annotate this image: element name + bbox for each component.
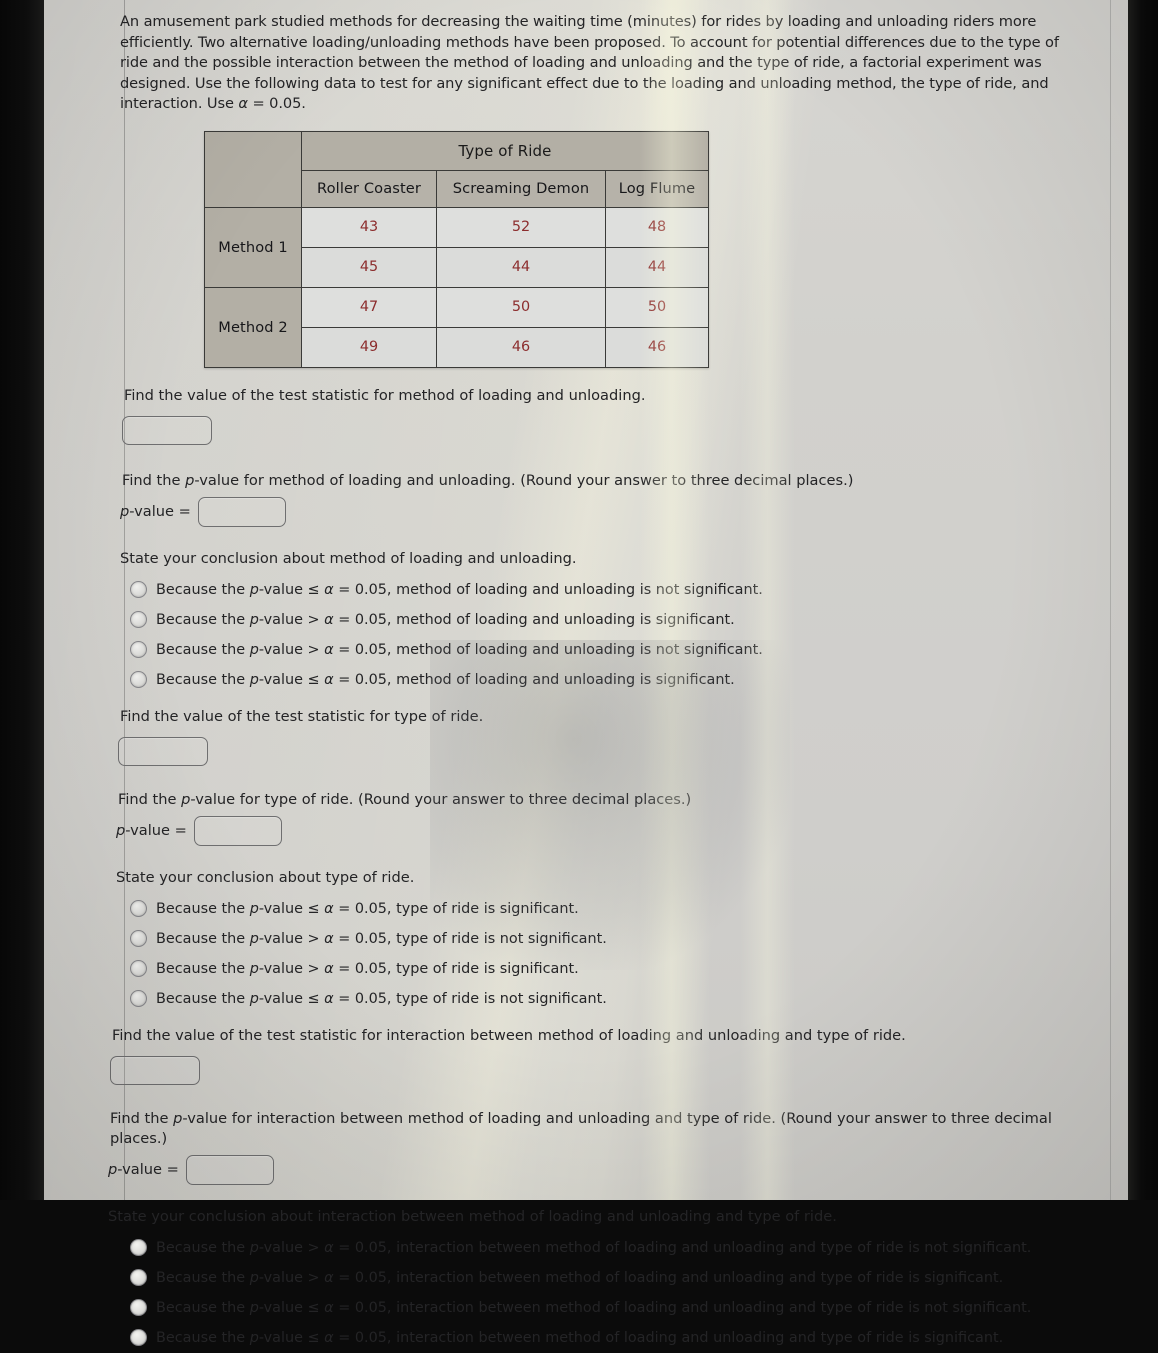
question-content: An amusement park studied methods for de… [108, 8, 1108, 1353]
option-label: Because the p-value ≤ α = 0.05, interact… [156, 1329, 1004, 1346]
cell-m1-sd-2: 44 [436, 246, 606, 288]
option-label: Because the p-value ≤ α = 0.05, interact… [156, 1299, 1032, 1316]
interaction-statistic-prompt: Find the value of the test statistic for… [112, 1026, 906, 1044]
interaction-option-4[interactable]: Because the p-value ≤ α = 0.05, interact… [130, 1323, 1108, 1353]
method-options-group: Because the p-value ≤ α = 0.05, method o… [116, 575, 1108, 695]
cell-m2-rc-2: 49 [301, 326, 437, 368]
data-table-container: Type of Ride Roller Coaster Screaming De… [204, 130, 1108, 368]
cell-m2-lf-1: 50 [605, 286, 709, 328]
cell-m1-rc-2: 45 [301, 246, 437, 288]
radio-button-icon[interactable] [130, 611, 147, 629]
ride-statistic-prompt: Find the value of the test statistic for… [120, 707, 484, 725]
interaction-pvalue-label: p-value = [108, 1161, 179, 1179]
method-option-1[interactable]: Because the p-value ≤ α = 0.05, method o… [130, 575, 1108, 605]
radio-button-icon[interactable] [130, 990, 147, 1008]
interaction-conclusion-prompt: State your conclusion about interaction … [108, 1207, 837, 1225]
method-pvalue-label: p-value = [120, 503, 191, 521]
table-row: Method 2 47 50 50 [204, 286, 709, 368]
ride-pvalue-input[interactable] [193, 815, 282, 846]
column-header-roller-coaster: Roller Coaster [301, 169, 437, 208]
device-bezel-right [1128, 0, 1158, 1200]
table-corner-cell [204, 130, 302, 208]
ride-options-group: Because the p-value ≤ α = 0.05, type of … [116, 894, 1108, 1014]
option-label: Because the p-value ≤ α = 0.05, type of … [156, 900, 579, 917]
option-label: Because the p-value > α = 0.05, type of … [156, 960, 579, 977]
interaction-option-2[interactable]: Because the p-value > α = 0.05, interact… [130, 1263, 1108, 1293]
radio-button-icon[interactable] [130, 930, 147, 948]
interaction-pvalue-prompt: Find the p-value for interaction between… [110, 1109, 1052, 1147]
cell-m1-lf-2: 44 [605, 246, 709, 288]
radio-button-icon[interactable] [130, 1299, 147, 1317]
radio-button-icon[interactable] [130, 641, 147, 659]
cell-m2-sd-2: 46 [436, 326, 606, 368]
radio-button-icon[interactable] [130, 1269, 147, 1287]
column-header-screaming-demon: Screaming Demon [436, 169, 606, 208]
method-pvalue-input[interactable] [197, 496, 286, 527]
ride-conclusion-prompt: State your conclusion about type of ride… [116, 868, 415, 886]
option-label: Because the p-value > α = 0.05, method o… [156, 641, 763, 658]
radio-button-icon[interactable] [130, 1239, 147, 1257]
method-pvalue-prompt: Find the p-value for method of loading a… [122, 471, 854, 489]
radio-button-icon[interactable] [130, 900, 147, 918]
section-ride: Find the value of the test statistic for… [116, 707, 1108, 1014]
ride-option-2[interactable]: Because the p-value > α = 0.05, type of … [130, 924, 1108, 954]
method-statistic-prompt: Find the value of the test statistic for… [124, 386, 646, 404]
interaction-option-3[interactable]: Because the p-value ≤ α = 0.05, interact… [130, 1293, 1108, 1323]
method-conclusion-prompt: State your conclusion about method of lo… [120, 549, 577, 567]
method-option-2[interactable]: Because the p-value > α = 0.05, method o… [130, 605, 1108, 635]
option-label: Because the p-value > α = 0.05, interact… [156, 1239, 1032, 1256]
radio-button-icon[interactable] [130, 1329, 147, 1347]
option-label: Because the p-value > α = 0.05, interact… [156, 1269, 1004, 1286]
table-span-header: Type of Ride [301, 130, 709, 171]
interaction-options-group: Because the p-value > α = 0.05, interact… [116, 1233, 1108, 1353]
cell-m2-rc-1: 47 [301, 286, 437, 328]
factorial-data-table: Type of Ride Roller Coaster Screaming De… [204, 130, 709, 368]
method-option-3[interactable]: Because the p-value > α = 0.05, method o… [130, 635, 1108, 665]
radio-button-icon[interactable] [130, 960, 147, 978]
method-statistic-input[interactable] [122, 415, 212, 445]
device-bezel-left [0, 0, 44, 1200]
interaction-statistic-input[interactable] [110, 1055, 200, 1085]
interaction-pvalue-input[interactable] [185, 1154, 274, 1185]
option-label: Because the p-value ≤ α = 0.05, method o… [156, 581, 763, 598]
option-label: Because the p-value > α = 0.05, type of … [156, 930, 607, 947]
ride-statistic-input[interactable] [118, 736, 208, 766]
radio-button-icon[interactable] [130, 581, 147, 599]
document-page: An amusement park studied methods for de… [44, 0, 1128, 1347]
column-header-log-flume: Log Flume [605, 169, 709, 208]
interaction-option-1[interactable]: Because the p-value > α = 0.05, interact… [130, 1233, 1108, 1263]
ride-option-1[interactable]: Because the p-value ≤ α = 0.05, type of … [130, 894, 1108, 924]
option-label: Because the p-value > α = 0.05, method o… [156, 611, 735, 628]
ride-option-4[interactable]: Because the p-value ≤ α = 0.05, type of … [130, 984, 1108, 1014]
method-option-4[interactable]: Because the p-value ≤ α = 0.05, method o… [130, 665, 1108, 695]
row-label-method-1: Method 1 [204, 206, 302, 288]
section-method: Find the value of the test statistic for… [116, 386, 1108, 695]
cell-m1-sd-1: 52 [436, 206, 606, 248]
ride-pvalue-label: p-value = [116, 822, 187, 840]
ride-pvalue-prompt: Find the p-value for type of ride. (Roun… [118, 790, 692, 808]
cell-m1-rc-1: 43 [301, 206, 437, 248]
ride-option-3[interactable]: Because the p-value > α = 0.05, type of … [130, 954, 1108, 984]
section-interaction: Find the value of the test statistic for… [108, 1026, 1108, 1353]
cell-m2-sd-1: 50 [436, 286, 606, 328]
cell-m1-lf-1: 48 [605, 206, 709, 248]
radio-button-icon[interactable] [130, 671, 147, 689]
option-label: Because the p-value ≤ α = 0.05, type of … [156, 990, 607, 1007]
table-header-span-row: Type of Ride [204, 130, 709, 208]
row-label-method-2: Method 2 [204, 286, 302, 368]
table-row: Method 1 43 52 48 [204, 206, 709, 288]
page-edge-right [1110, 0, 1111, 1200]
problem-statement: An amusement park studied methods for de… [120, 13, 1059, 113]
option-label: Because the p-value ≤ α = 0.05, method o… [156, 671, 735, 688]
cell-m2-lf-2: 46 [605, 326, 709, 368]
